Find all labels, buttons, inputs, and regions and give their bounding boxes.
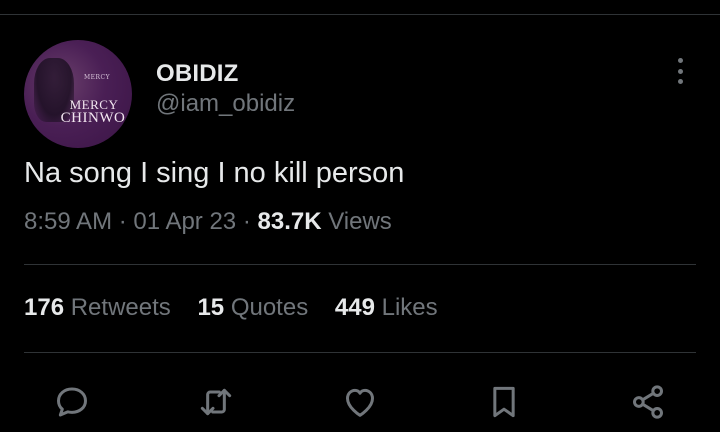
divider [24,264,696,265]
avatar-tiny-text: MERCY [84,74,111,81]
engagement-stats: 176 Retweets 15 Quotes 449 Likes [24,294,458,322]
more-dot-icon [677,58,683,63]
meta-separator: · [242,208,251,235]
user-handle[interactable]: @iam_obidiz [156,90,295,118]
retweets-count: 176 [24,294,65,321]
retweet-button[interactable] [194,380,238,424]
tweet-time[interactable]: 8:59 AM [24,208,112,235]
share-icon [633,385,663,419]
tweet-meta: 8:59 AM · 01 Apr 23 · 83.7K Views [24,208,392,236]
reply-icon [57,387,87,417]
avatar-text-line2: CHINWO [60,110,126,126]
reply-button[interactable] [50,380,94,424]
divider [24,352,696,353]
views-label: Views [328,208,392,235]
more-options-button[interactable] [666,56,694,86]
likes-label: Likes [381,294,438,321]
like-button[interactable] [338,380,382,424]
views-count: 83.7K [257,208,322,235]
retweet-icon [200,388,232,416]
more-dot-icon [677,79,683,84]
quotes-stat[interactable]: 15 Quotes [197,294,308,322]
like-icon [346,388,374,417]
likes-stat[interactable]: 449 Likes [335,294,438,322]
retweets-stat[interactable]: 176 Retweets [24,294,171,322]
meta-separator: · [118,208,127,235]
share-button[interactable] [626,380,670,424]
tweet-text: Na song I sing I no kill person [24,157,405,189]
avatar[interactable]: MERCY MERCY CHINWO [24,40,132,148]
tweet-detail-view: MERCY MERCY CHINWO OBIDIZ @iam_obidiz Na… [0,0,720,432]
more-dot-icon [677,68,683,74]
display-name[interactable]: OBIDIZ [156,60,239,88]
likes-count: 449 [334,294,375,321]
tweet-date[interactable]: 01 Apr 23 [133,208,236,235]
bookmark-button[interactable] [482,380,526,424]
top-divider [0,14,720,15]
quotes-label: Quotes [230,294,309,321]
retweets-label: Retweets [70,294,171,321]
quotes-count: 15 [197,294,225,321]
bookmark-icon [493,386,515,418]
action-bar [0,380,720,424]
